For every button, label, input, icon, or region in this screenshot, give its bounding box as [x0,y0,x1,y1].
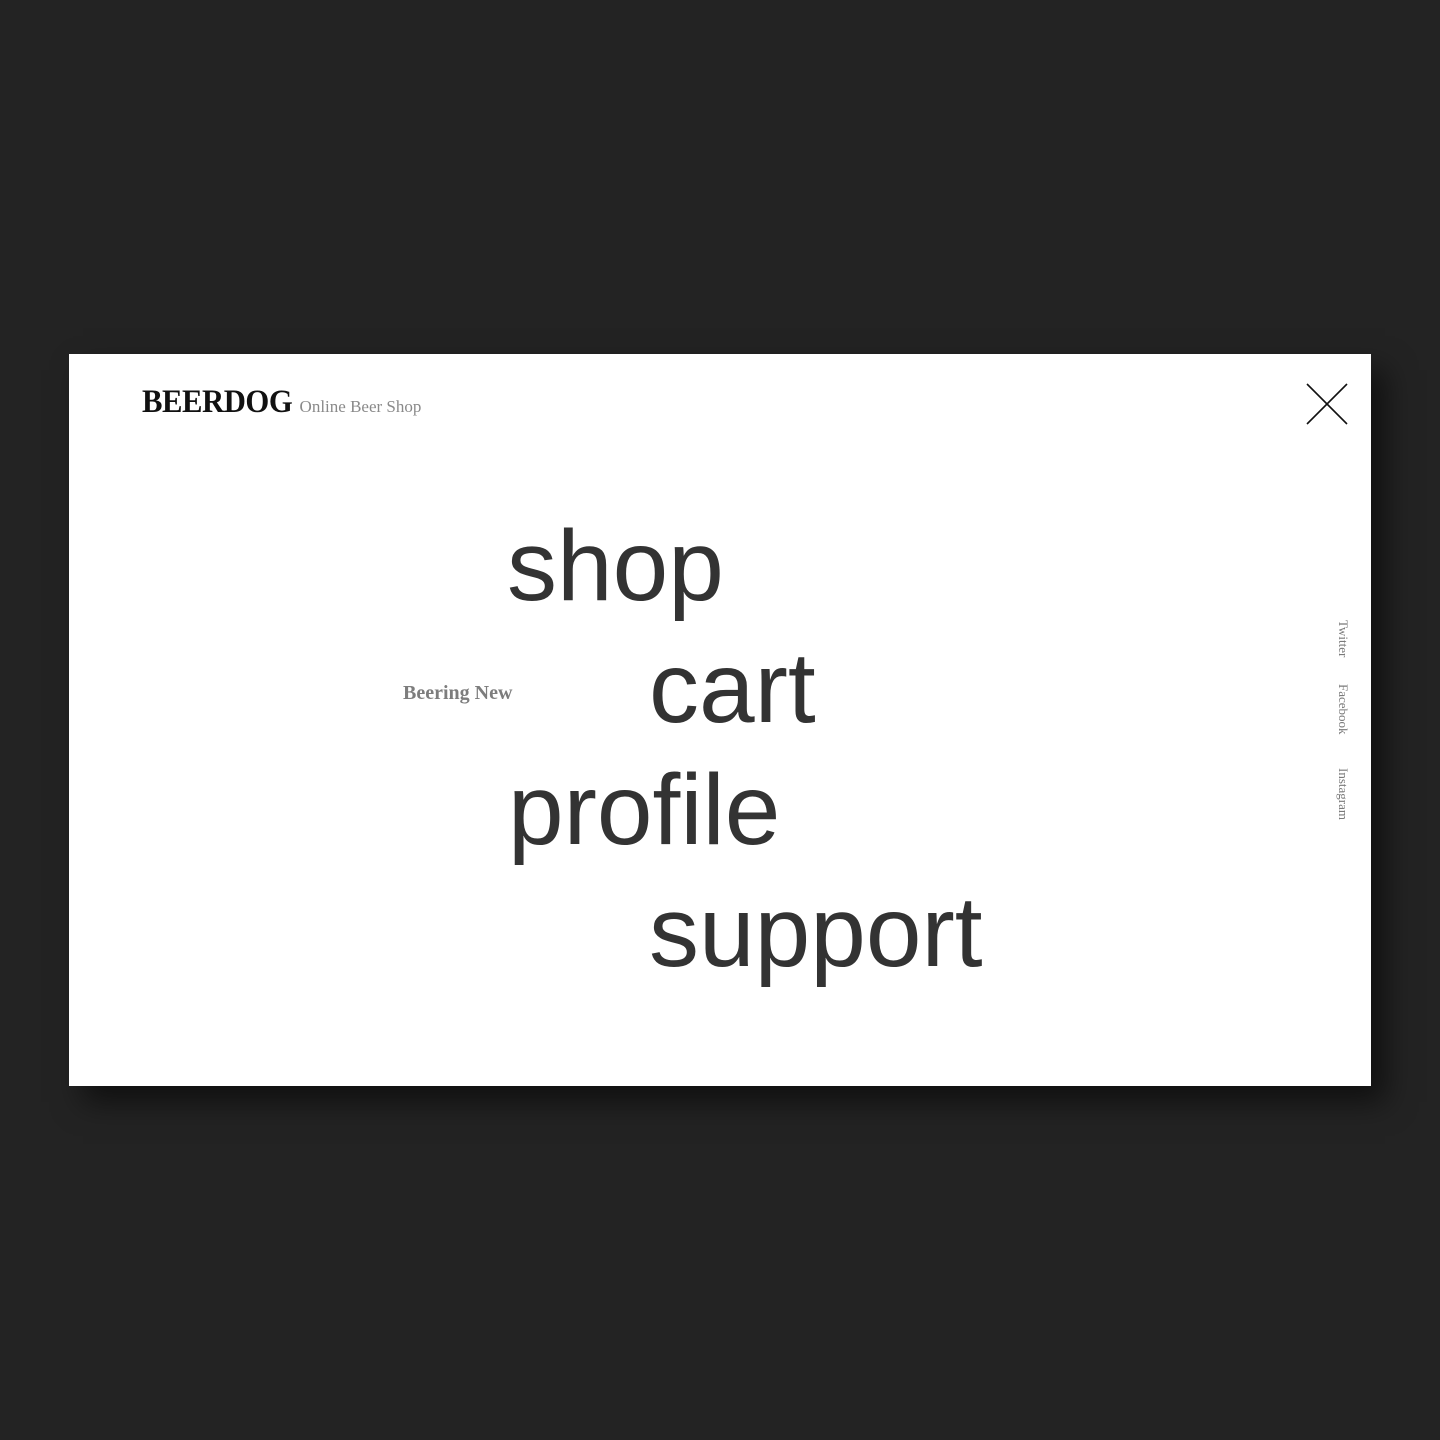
brand: BEERDOG Online Beer Shop [142,384,421,421]
brand-tagline: Online Beer Shop [299,397,422,416]
nav-link-cart[interactable]: cart [649,638,816,738]
nav-link-shop[interactable]: shop [507,516,724,616]
nav-link-profile[interactable]: profile [508,760,780,860]
social-link-instagram[interactable]: Instagram [1335,768,1351,820]
close-button[interactable] [1305,382,1349,426]
menu-overlay-panel: BEERDOG Online Beer Shop shop cart profi… [69,354,1371,1086]
close-icon [1306,383,1348,425]
brand-logo[interactable]: BEERDOG [142,384,293,421]
beering-new-label: Beering New [403,682,513,704]
social-link-facebook[interactable]: Facebook [1335,684,1351,735]
social-link-twitter[interactable]: Twitter [1335,620,1351,657]
nav-link-support[interactable]: support [649,882,983,982]
